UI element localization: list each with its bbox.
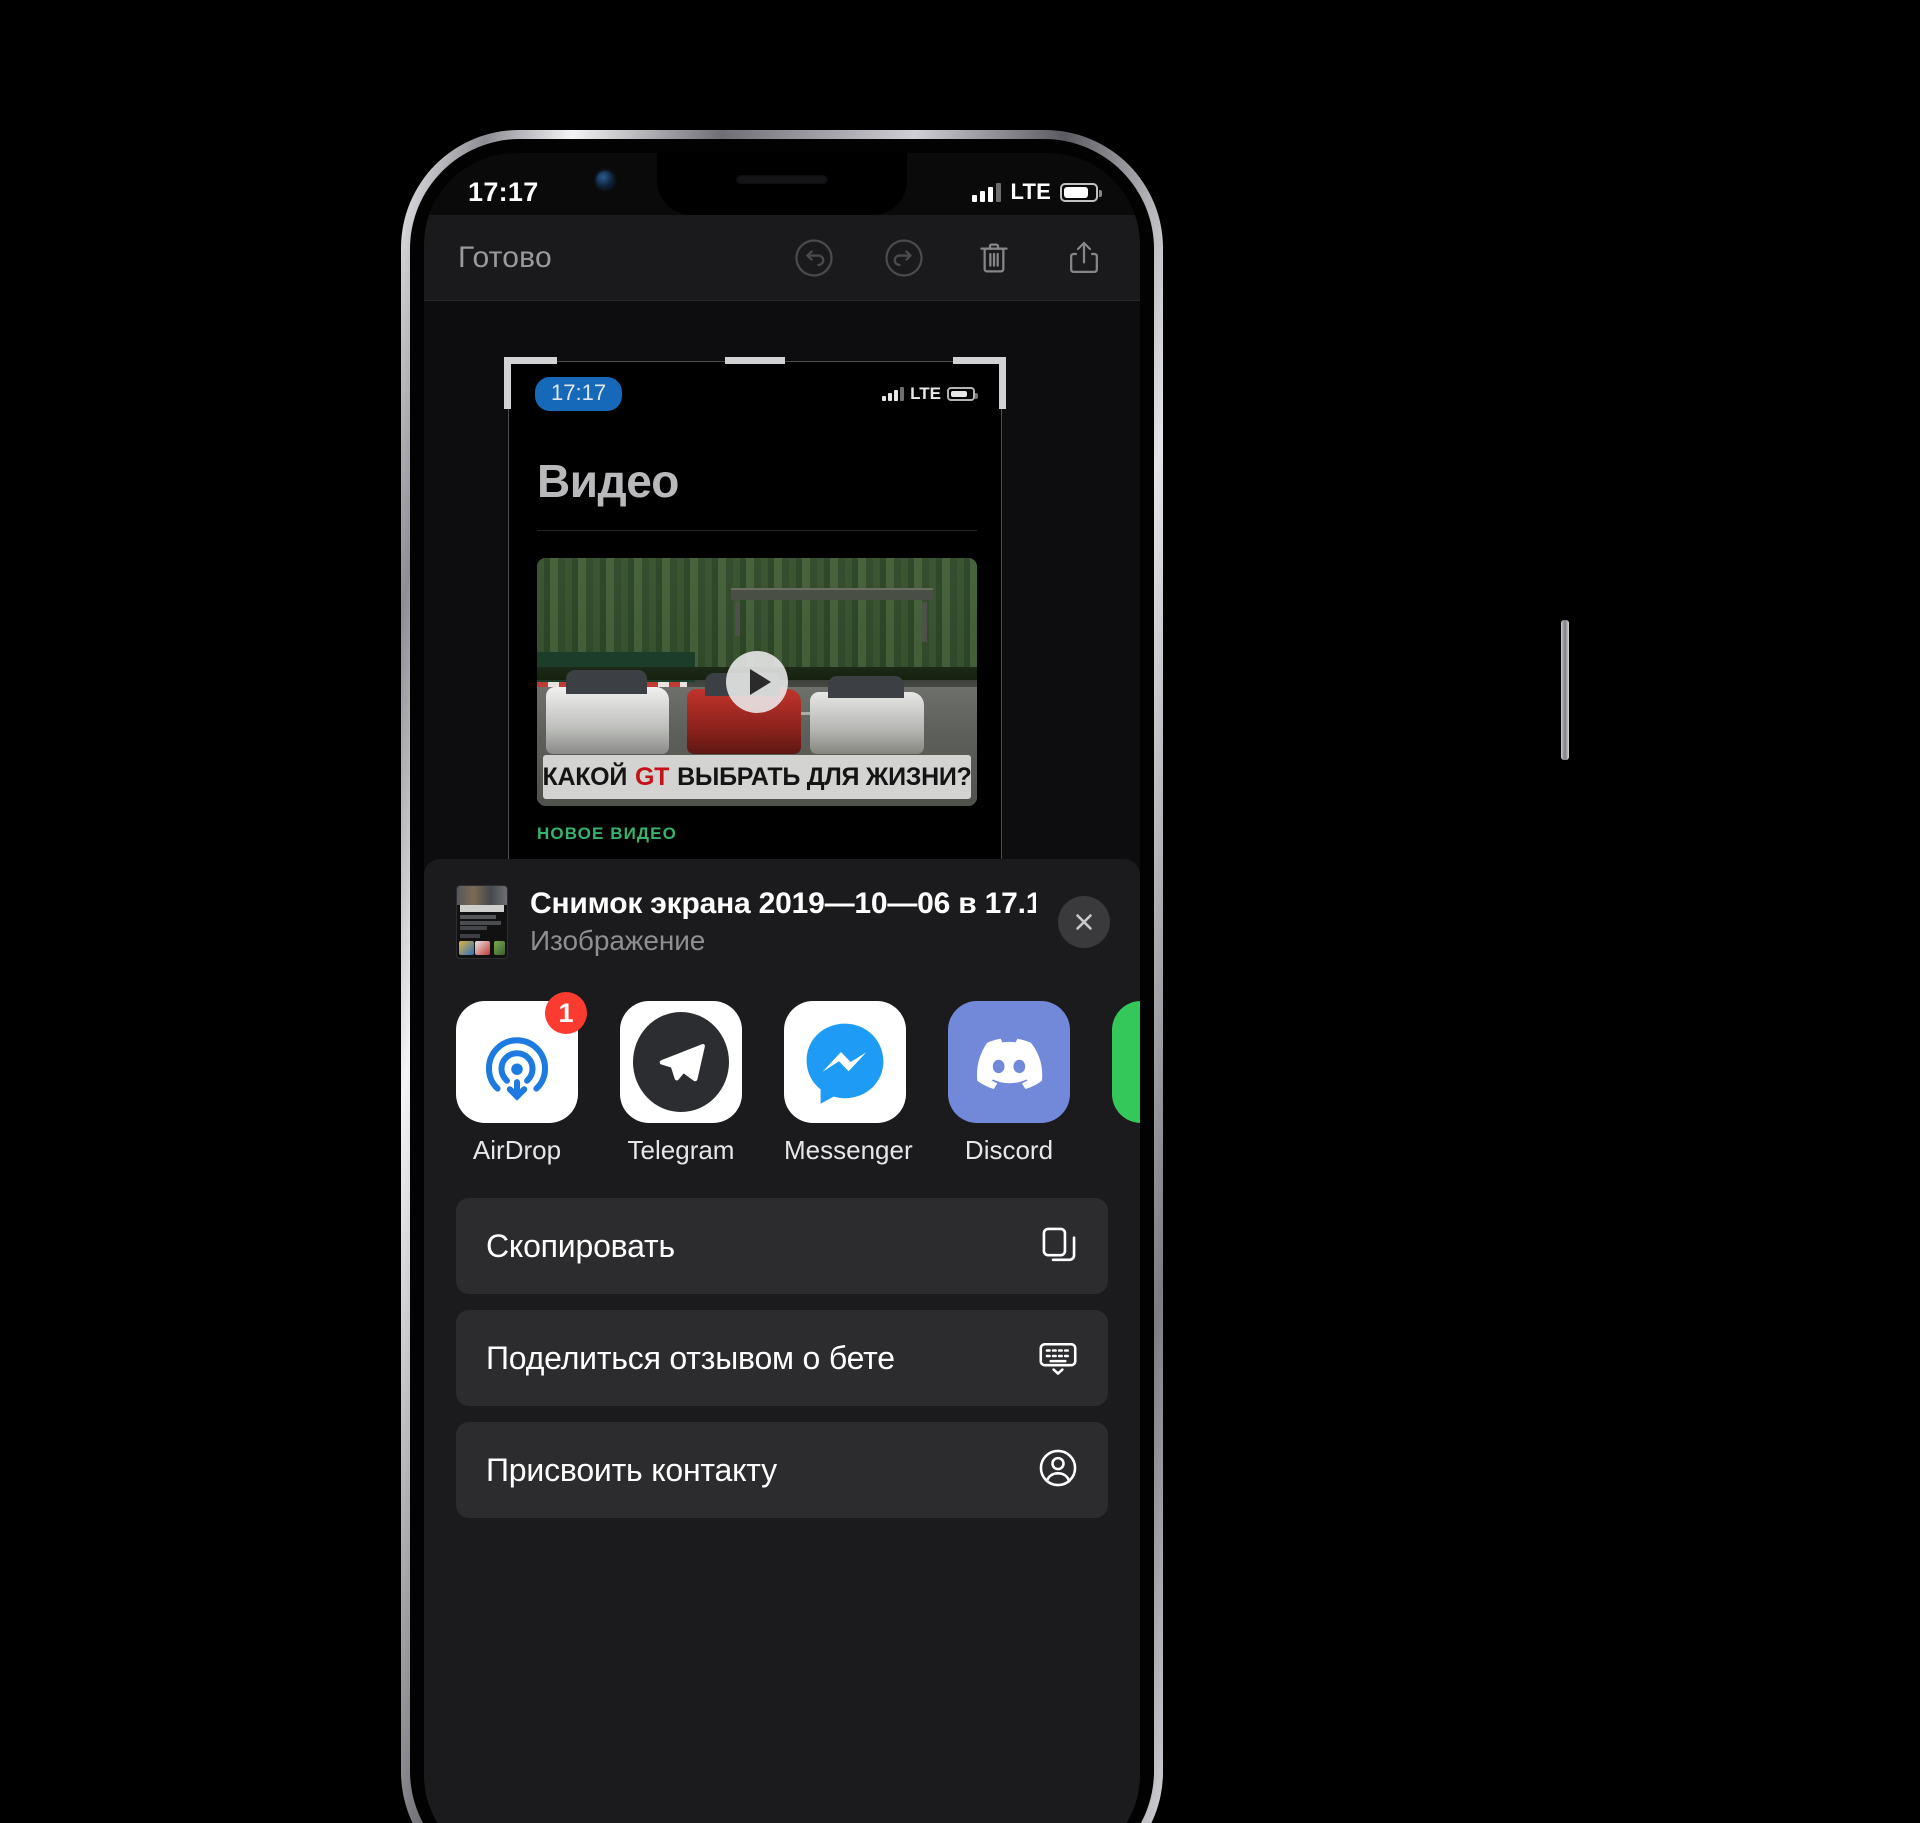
car-white-right (809, 675, 925, 754)
front-camera-icon (596, 171, 614, 189)
share-target-telegram[interactable]: Telegram (620, 1001, 742, 1166)
video-title-banner: КАКОЙ GT ВЫБРАТЬ ДЛЯ ЖИЗНИ? (542, 755, 972, 799)
share-icon[interactable] (1062, 236, 1106, 280)
banner-suffix: ВЫБРАТЬ ДЛЯ ЖИЗНИ? (677, 762, 972, 791)
action-label: Скопировать (486, 1227, 675, 1264)
earpiece-speaker (736, 175, 828, 184)
share-target-label: AirDrop (472, 1135, 562, 1165)
banner-prefix: КАКОЙ (542, 762, 628, 791)
video-thumbnail[interactable]: КАКОЙ GT ВЫБРАТЬ ДЛЯ ЖИЗНИ? (537, 558, 977, 806)
done-button[interactable]: Готово (458, 241, 552, 275)
action-assign-to-contact[interactable]: Присвоить контакту (456, 1422, 1108, 1518)
device-screen: 17:17 LTE Готово 17:17 LTE Видео КАКОЙ G… (424, 153, 1140, 1823)
file-title: Снимок экрана 2019—10—06 в 17.17.... (530, 887, 1036, 920)
crop-handle-top-left-v[interactable] (504, 357, 511, 409)
power-button[interactable] (1561, 620, 1569, 760)
recording-time-pill: 17:17 (535, 377, 623, 411)
crop-handle-top-right-v[interactable] (999, 357, 1006, 409)
share-target-label: Coo (1112, 1135, 1140, 1166)
markup-toolbar-actions (792, 236, 1106, 280)
action-share-beta-feedback[interactable]: Поделиться отзывом о бете (456, 1310, 1108, 1406)
status-bar-indicators: LTE (972, 179, 1102, 205)
share-target-label: Telegram (627, 1135, 735, 1165)
screen-root: 17:17 LTE Готово 17:17 LTE Видео КАКОЙ G… (0, 0, 1920, 1823)
share-app-row[interactable]: 1 AirDrop Telegram Messenger Discord (424, 983, 1140, 1170)
action-copy[interactable]: Скопировать (456, 1198, 1108, 1294)
action-label: Поделиться отзывом о бете (486, 1339, 895, 1376)
close-icon[interactable] (1058, 896, 1110, 948)
new-video-label: НОВОЕ ВИДЕО (537, 824, 677, 843)
copy-icon (1038, 1223, 1080, 1270)
messenger-icon (784, 1001, 906, 1123)
contact-icon (1036, 1446, 1080, 1495)
battery-icon (1060, 182, 1102, 202)
play-icon[interactable] (726, 651, 788, 713)
telegram-icon (620, 1001, 742, 1123)
undo-icon[interactable] (792, 236, 836, 280)
discord-icon (948, 1001, 1070, 1123)
trash-icon[interactable] (972, 236, 1016, 280)
share-target-messages[interactable]: Coo (1112, 1001, 1140, 1166)
share-action-list: Скопировать Поделиться отзывом о бете Пр… (424, 1170, 1140, 1518)
share-target-discord[interactable]: Discord (948, 1001, 1070, 1166)
signal-bars-icon (972, 182, 1002, 202)
battery-icon (947, 387, 978, 401)
crop-handle-top-middle[interactable] (725, 357, 785, 364)
airdrop-badge: 1 (545, 992, 587, 1034)
share-target-label: Discord (964, 1135, 1054, 1165)
crop-handle-top-left-h[interactable] (505, 357, 557, 364)
notch (657, 153, 907, 215)
status-bar-time: 17:17 (468, 176, 539, 207)
markup-toolbar: Готово (424, 215, 1140, 301)
action-label: Присвоить контакту (486, 1451, 777, 1488)
track-gantry (730, 587, 933, 642)
divider (537, 530, 977, 531)
car-white-left (545, 669, 669, 754)
inner-status-indicators: LTE (882, 384, 978, 404)
signal-bars-icon (882, 387, 905, 401)
inner-network-label: LTE (910, 384, 941, 403)
file-subtitle: Изображение (530, 925, 706, 956)
redo-icon[interactable] (882, 236, 926, 280)
share-target-airdrop[interactable]: 1 AirDrop (456, 992, 587, 1166)
inner-status-bar: 17:17 LTE (509, 377, 1001, 411)
share-sheet: Снимок экрана 2019—10—06 в 17.17.... Изо… (424, 859, 1140, 1823)
file-thumbnail (456, 885, 508, 959)
page-title: Видео (537, 455, 679, 507)
crop-handle-top-right-h[interactable] (953, 357, 1005, 364)
network-label: LTE (1010, 179, 1051, 204)
file-info: Снимок экрана 2019—10—06 в 17.17.... Изо… (530, 887, 1036, 957)
share-target-messenger[interactable]: Messenger (784, 1001, 913, 1166)
messages-icon (1112, 1001, 1140, 1123)
share-target-label: Messenger (784, 1135, 913, 1165)
iphone-device-frame: 17:17 LTE Готово 17:17 LTE Видео КАКОЙ G… (401, 130, 1569, 1823)
banner-highlight: GT (635, 762, 670, 791)
share-sheet-header: Снимок экрана 2019—10—06 в 17.17.... Изо… (424, 859, 1140, 983)
keyboard-icon (1036, 1334, 1080, 1383)
